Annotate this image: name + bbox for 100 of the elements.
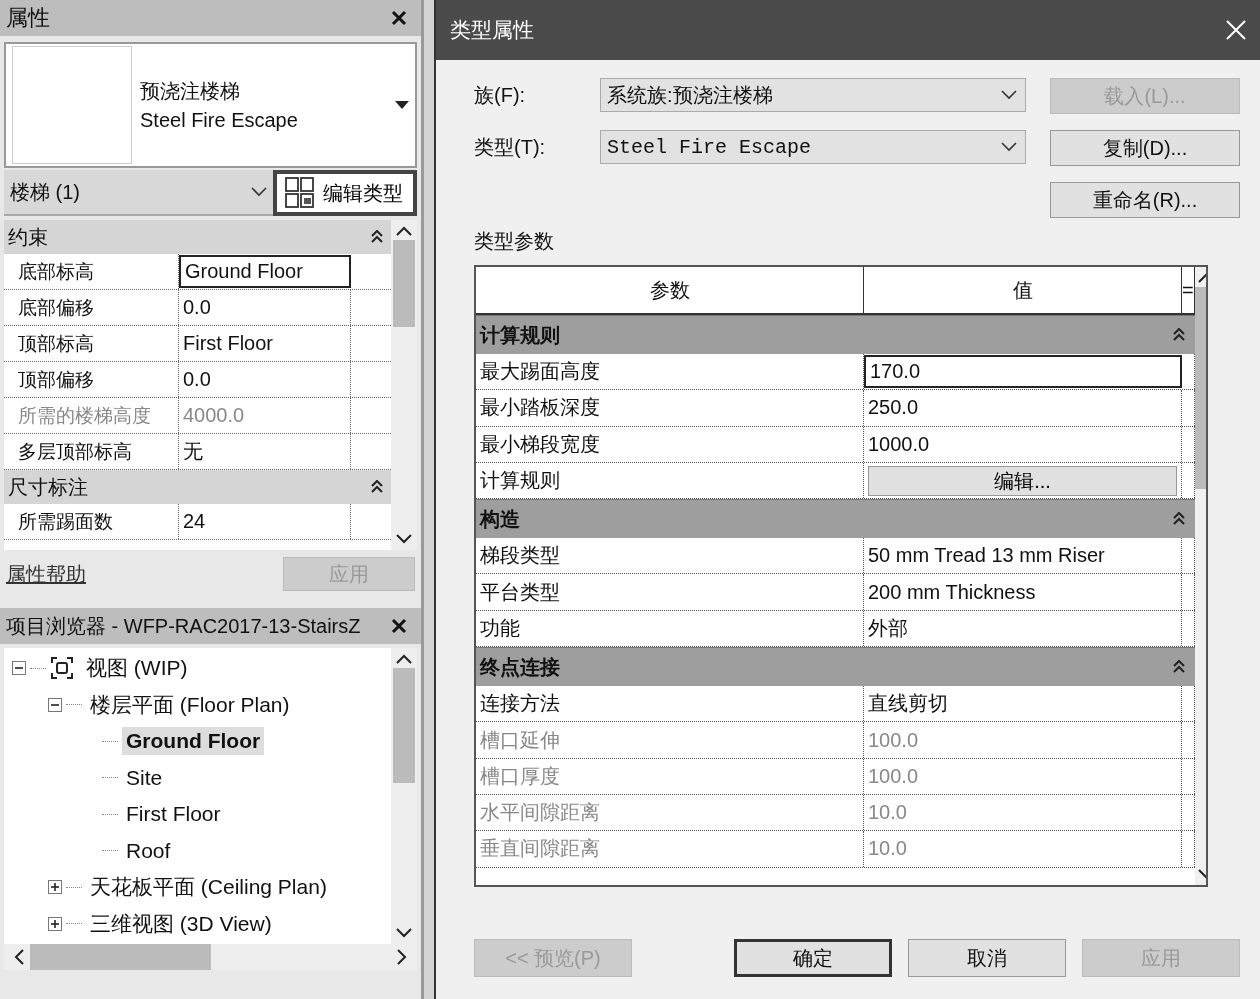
property-label: 底部标高	[4, 254, 179, 289]
dialog-button[interactable]: 重命名(R)...	[1050, 182, 1240, 218]
dialog-button[interactable]: 确定	[734, 939, 892, 977]
parameter-label: 垂直间隙距离	[476, 831, 864, 867]
parameter-label: 平台类型	[476, 574, 864, 610]
dialog-button[interactable]: 取消	[908, 939, 1066, 977]
tree-item[interactable]: 天花板平面 (Ceiling Plan)	[86, 871, 331, 904]
group-title: 计算规则	[480, 322, 560, 348]
section-label: 类型参数	[474, 229, 555, 254]
tree-item[interactable]: 视图 (WIP)	[82, 652, 192, 685]
dropdown-arrow-icon[interactable]	[395, 101, 409, 109]
scroll-thumb[interactable]	[30, 944, 211, 970]
group-header[interactable]: 计算规则	[476, 315, 1195, 354]
tree-item[interactable]: Ground Floor	[122, 727, 265, 756]
group-title: 约束	[8, 224, 48, 250]
parameter-value: 直线剪切	[864, 686, 1182, 722]
vertical-scrollbar[interactable]	[391, 648, 417, 944]
parameter-label: 最小踏板深度	[476, 390, 864, 426]
expand-icon[interactable]	[48, 916, 62, 931]
parameter-row[interactable]: 连接方法 直线剪切	[476, 686, 1195, 723]
type-selector[interactable]: 预浇注楼梯 Steel Fire Escape	[4, 42, 417, 168]
parameter-value: 10.0	[864, 831, 1182, 867]
edit-type-icon	[285, 177, 315, 209]
collapse-icon[interactable]	[1172, 512, 1185, 527]
parameter-row[interactable]: 梯段类型 50 mm Tread 13 mm Riser	[476, 538, 1195, 575]
parameter-row[interactable]: 最小踏板深度 250.0	[476, 390, 1195, 427]
instance-filter-dropdown[interactable]: 楼梯 (1)	[4, 170, 273, 216]
property-label: 所需踢面数	[4, 504, 179, 539]
field-label: 类型(T):	[474, 134, 547, 160]
parameter-value: 250.0	[864, 390, 1182, 426]
collapse-icon[interactable]	[48, 697, 62, 712]
collapse-icon[interactable]	[12, 661, 26, 676]
group-header[interactable]: 构造	[476, 499, 1195, 539]
group-header[interactable]: 约束	[4, 220, 391, 254]
properties-help-link[interactable]: 属性帮助	[6, 560, 86, 588]
parameter-row[interactable]: 最大踢面高度 170.0	[476, 354, 1195, 391]
collapse-icon[interactable]	[1172, 660, 1185, 675]
property-label: 顶部偏移	[4, 362, 179, 397]
property-label: 多层顶部标高	[4, 434, 179, 469]
collapse-icon[interactable]	[1172, 328, 1185, 342]
chevron-down-icon	[251, 187, 267, 197]
column-header[interactable]: 值	[864, 267, 1182, 313]
parameter-label: 槽口厚度	[476, 758, 864, 794]
scroll-right-icon[interactable]	[397, 949, 407, 965]
collapse-icon[interactable]	[371, 230, 383, 244]
tree-item[interactable]: 三维视图 (3D View)	[86, 907, 276, 940]
property-label: 所需的楼梯高度	[4, 398, 179, 433]
scroll-left-icon[interactable]	[14, 949, 24, 965]
parameter-value: 1000.0	[864, 426, 1182, 462]
parameter-value-field[interactable]: 170.0	[864, 355, 1182, 389]
column-header[interactable]: 参数	[476, 267, 864, 313]
group-header[interactable]: 终点连接	[476, 647, 1195, 687]
edit-button[interactable]: 编辑...	[868, 465, 1177, 496]
dialog-title: 类型属性	[450, 17, 534, 43]
type-name: Steel Fire Escape	[140, 109, 299, 132]
parameter-value: 10.0	[864, 794, 1182, 831]
tree-item[interactable]: Site	[122, 763, 167, 792]
dialog-button[interactable]: 复制(D)...	[1050, 130, 1240, 166]
group-title: 构造	[480, 506, 520, 532]
panel-title: 项目浏览器 - WFP-RAC2017-13-StairsZ	[6, 613, 361, 639]
family-name: 预浇注楼梯	[140, 79, 241, 104]
expand-icon[interactable]	[48, 880, 62, 895]
vertical-scrollbar[interactable]	[391, 220, 417, 550]
panel-title: 属性	[6, 4, 50, 32]
column-header[interactable]: =	[1182, 267, 1195, 313]
close-icon[interactable]	[391, 10, 407, 26]
tree-item[interactable]: Roof	[122, 836, 175, 865]
type-dropdown[interactable]: Steel Fire Escape	[600, 130, 1026, 164]
parameter-label: 最小梯段宽度	[476, 426, 864, 462]
group-header[interactable]: 尺寸标注	[4, 470, 391, 504]
view-icon	[50, 656, 74, 681]
parameter-value: 100.0	[864, 722, 1182, 758]
horizontal-scrollbar[interactable]	[4, 944, 417, 970]
tree-item[interactable]: First Floor	[122, 800, 225, 829]
parameter-value: 200 mm Thickness	[864, 574, 1182, 610]
edit-type-button[interactable]: 编辑类型	[273, 170, 417, 216]
parameter-row[interactable]: 平台类型 200 mm Thickness	[476, 574, 1195, 611]
property-value: 4000.0	[179, 398, 351, 433]
parameter-label: 水平间隙距离	[476, 794, 864, 831]
family-dropdown[interactable]: 系统族:预浇注楼梯	[600, 78, 1026, 112]
parameter-value: 外部	[864, 610, 1182, 647]
chevron-down-icon	[1001, 142, 1017, 152]
parameter-label: 功能	[476, 610, 864, 647]
property-label: 顶部标高	[4, 326, 179, 361]
parameter-label: 连接方法	[476, 686, 864, 722]
property-value: 无	[179, 434, 351, 469]
property-value-field[interactable]: Ground Floor	[179, 255, 351, 288]
property-value: 0.0	[179, 290, 351, 325]
parameter-row[interactable]: 计算规则 编辑...	[476, 462, 1195, 500]
parameter-label: 梯段类型	[476, 538, 864, 574]
property-row[interactable]: 底部标高 Ground Floor	[4, 254, 391, 290]
scroll-thumb[interactable]	[393, 240, 415, 327]
parameter-row[interactable]: 最小梯段宽度 1000.0	[476, 426, 1195, 463]
tree-item[interactable]: 楼层平面 (Floor Plan)	[86, 688, 294, 721]
group-title: 终点连接	[480, 654, 560, 680]
property-value: 0.0	[179, 362, 351, 397]
close-icon[interactable]	[391, 618, 407, 634]
scroll-thumb[interactable]	[393, 668, 415, 784]
collapse-icon[interactable]	[371, 480, 383, 494]
parameter-value: 100.0	[864, 758, 1182, 794]
